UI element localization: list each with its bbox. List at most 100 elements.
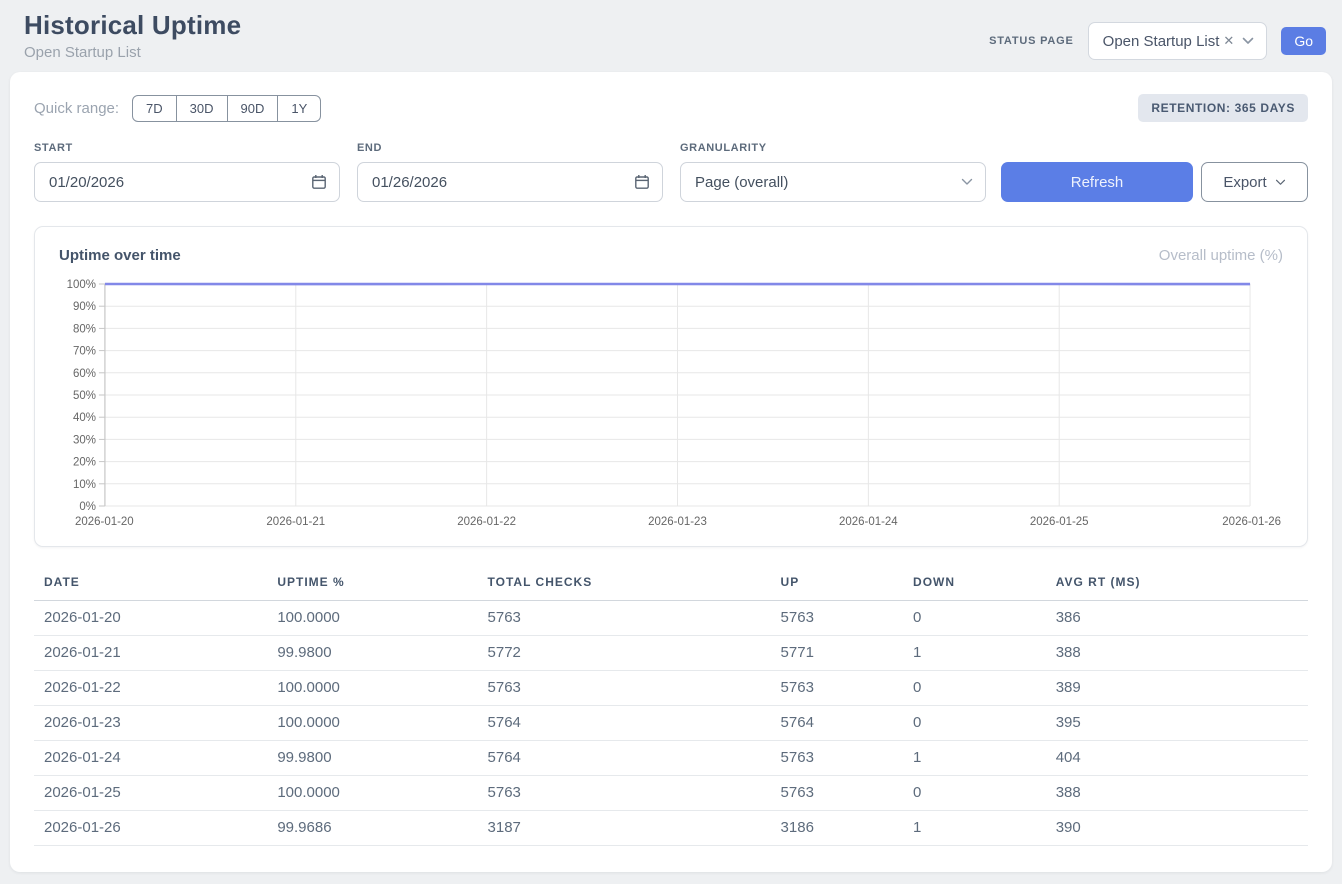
table-cell: 395 [1056,706,1308,741]
end-date-input[interactable]: 01/26/2026 [357,162,663,202]
svg-text:2026-01-24: 2026-01-24 [839,516,898,528]
table-row: 2026-01-25100.0000576357630388 [34,776,1308,811]
svg-text:2026-01-25: 2026-01-25 [1030,516,1089,528]
controls-row: START 01/20/2026 END 01/26/2026 GRANULAR… [34,142,1308,202]
calendar-icon[interactable] [311,174,327,190]
svg-text:50%: 50% [73,390,96,402]
end-date-field: END 01/26/2026 [357,142,663,202]
clear-icon[interactable]: ✕ [1223,33,1234,49]
table-cell: 1 [913,811,1056,846]
granularity-select[interactable]: Page (overall) [680,162,986,202]
start-label: START [34,142,340,154]
svg-text:2026-01-21: 2026-01-21 [266,516,325,528]
column-header: DATE [34,569,277,601]
quick-range-label: Quick range: [34,100,119,117]
status-page-selected-value: Open Startup List [1103,33,1220,50]
table-cell: 5763 [781,671,913,706]
granularity-label: GRANULARITY [680,142,986,154]
table-cell: 5763 [488,776,781,811]
svg-text:2026-01-23: 2026-01-23 [648,516,707,528]
column-header: TOTAL CHECKS [488,569,781,601]
status-page-select[interactable]: Open Startup List ✕ [1088,22,1268,60]
svg-text:70%: 70% [73,346,96,358]
svg-text:100%: 100% [67,279,96,291]
table-cell: 100.0000 [277,601,487,636]
start-date-field: START 01/20/2026 [34,142,340,202]
page-subtitle: Open Startup List [24,44,241,61]
table-cell: 5764 [488,741,781,776]
table-cell: 0 [913,601,1056,636]
table-cell: 389 [1056,671,1308,706]
svg-text:2026-01-20: 2026-01-20 [75,516,134,528]
quick-range-90d[interactable]: 90D [227,95,279,122]
table-cell: 5763 [488,601,781,636]
start-date-input[interactable]: 01/20/2026 [34,162,340,202]
table-cell: 100.0000 [277,671,487,706]
table-cell: 388 [1056,636,1308,671]
main-card: Quick range: 7D30D90D1Y RETENTION: 365 D… [10,72,1332,872]
table-row: 2026-01-2499.9800576457631404 [34,741,1308,776]
table-cell: 0 [913,776,1056,811]
chevron-down-icon [1275,179,1286,186]
chart-header: Uptime over time Overall uptime (%) [59,247,1283,264]
table-cell: 100.0000 [277,706,487,741]
column-header: UP [781,569,913,601]
title-block: Historical Uptime Open Startup List [24,10,241,61]
table-row: 2026-01-22100.0000576357630389 [34,671,1308,706]
table-cell: 3187 [488,811,781,846]
quick-range-30d[interactable]: 30D [176,95,228,122]
page-header: Historical Uptime Open Startup List STAT… [0,0,1342,66]
svg-text:60%: 60% [73,368,96,380]
quick-range-7d[interactable]: 7D [132,95,177,122]
chevron-down-icon [1242,37,1254,45]
table-cell: 5764 [488,706,781,741]
svg-text:2026-01-26: 2026-01-26 [1222,516,1281,528]
table-cell: 100.0000 [277,776,487,811]
table-cell: 99.9686 [277,811,487,846]
uptime-chart: 0% 10% 20% 30% 40% 50% 60% 70% 80% 90% 100% 2026-01… [59,274,1283,532]
chart-legend: Overall uptime (%) [1159,247,1283,264]
svg-text:80%: 80% [73,323,96,335]
calendar-icon[interactable] [634,174,650,190]
column-header: DOWN [913,569,1056,601]
table-cell: 2026-01-21 [34,636,277,671]
chart-title: Uptime over time [59,247,181,264]
svg-text:40%: 40% [73,412,96,424]
table-cell: 5763 [781,601,913,636]
table-cell: 1 [913,636,1056,671]
table-cell: 390 [1056,811,1308,846]
status-page-label: STATUS PAGE [989,35,1074,47]
table-cell: 5772 [488,636,781,671]
quick-range-1y[interactable]: 1Y [277,95,321,122]
column-header: UPTIME % [277,569,487,601]
table-cell: 1 [913,741,1056,776]
granularity-field: GRANULARITY Page (overall) [680,142,986,202]
export-button[interactable]: Export [1201,162,1308,202]
table-cell: 99.9800 [277,741,487,776]
table-cell: 0 [913,671,1056,706]
go-button[interactable]: Go [1281,27,1326,55]
header-right: STATUS PAGE Open Startup List ✕ Go [989,22,1326,60]
table-cell: 404 [1056,741,1308,776]
table-cell: 5763 [781,776,913,811]
table-row: 2026-01-2699.9686318731861390 [34,811,1308,846]
svg-text:90%: 90% [73,301,96,313]
table-cell: 2026-01-20 [34,601,277,636]
table-cell: 2026-01-25 [34,776,277,811]
refresh-button[interactable]: Refresh [1001,162,1193,202]
page-title: Historical Uptime [24,10,241,41]
table-cell: 386 [1056,601,1308,636]
table-cell: 388 [1056,776,1308,811]
table-row: 2026-01-23100.0000576457640395 [34,706,1308,741]
export-label: Export [1223,174,1266,191]
table-cell: 2026-01-23 [34,706,277,741]
svg-text:10%: 10% [73,479,96,491]
svg-text:30%: 30% [73,434,96,446]
table-cell: 5763 [488,671,781,706]
svg-text:0%: 0% [79,501,96,513]
table-cell: 2026-01-22 [34,671,277,706]
table-cell: 5764 [781,706,913,741]
svg-text:20%: 20% [73,457,96,469]
end-label: END [357,142,663,154]
quick-range-group: Quick range: 7D30D90D1Y [34,95,321,122]
